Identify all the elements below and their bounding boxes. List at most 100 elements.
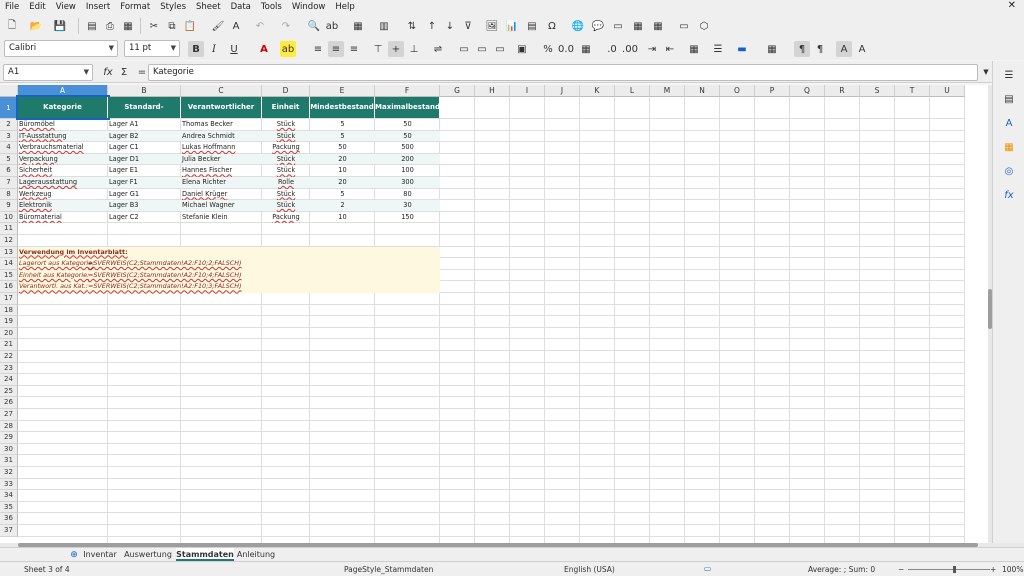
menu-window[interactable]: Window [287, 2, 331, 12]
left-to-right-icon[interactable]: ¶ [794, 41, 810, 57]
row-header[interactable]: 27 [0, 409, 18, 421]
row-icon[interactable]: ▦ [350, 18, 366, 34]
table-cell[interactable]: Andrea Schmidt [181, 131, 262, 143]
open-icon[interactable]: 📂 [28, 18, 44, 34]
table-cell[interactable]: 10 [310, 212, 375, 224]
table-cell[interactable]: Stück [262, 154, 310, 166]
clear-formatting-icon[interactable]: A [228, 18, 244, 34]
sort-icon[interactable]: ⇅ [404, 18, 420, 34]
note-formula[interactable]: =SVERWEIS(C2;Stammdaten!A2:F10;3;FALSCH) [88, 281, 242, 293]
zoom-level[interactable]: 100% [1002, 565, 1023, 574]
save-icon[interactable]: 💾 [52, 18, 68, 34]
currency-icon[interactable]: ▣ [514, 41, 530, 57]
table-cell[interactable]: 20 [310, 177, 375, 189]
table-cell[interactable]: Lager C1 [108, 142, 181, 154]
decrease-indent-icon[interactable]: ⇤ [662, 41, 678, 57]
header-cell-c[interactable]: Verantwortlicher [181, 97, 262, 118]
column-header-g[interactable]: G [440, 85, 475, 97]
add-decimal-icon[interactable]: .0 [604, 41, 620, 57]
sheet-tab-anleitung[interactable]: Anleitung [236, 548, 276, 561]
row-header[interactable]: 13 [0, 246, 18, 259]
column-header-d[interactable]: D [262, 85, 310, 97]
selection-mode-icon[interactable]: ▭ [704, 564, 711, 573]
table-cell[interactable]: 2 [310, 200, 375, 212]
copy-icon[interactable]: ⧉ [164, 18, 180, 34]
column-header-q[interactable]: Q [790, 85, 825, 97]
table-cell[interactable]: 500 [375, 142, 440, 154]
hyperlink-icon[interactable]: 🌐 [570, 18, 586, 34]
chevron-down-icon[interactable]: ▼ [109, 41, 114, 56]
column-header-p[interactable]: P [755, 85, 790, 97]
note-formula[interactable]: =SVERWEIS(C2;Stammdaten!A2:F10;4;FALSCH) [88, 270, 242, 282]
select-all-corner[interactable] [0, 85, 18, 97]
table-cell[interactable]: Stück [262, 131, 310, 143]
table-cell[interactable]: Stefanie Klein [181, 212, 262, 224]
column-header-r[interactable]: R [825, 85, 860, 97]
delete-decimal-icon[interactable]: .00 [622, 41, 638, 57]
freeze-rows-columns-icon[interactable]: ▦ [650, 18, 666, 34]
table-cell[interactable]: Lager A1 [108, 119, 181, 131]
sheet-tab-inventar[interactable]: Inventar [80, 548, 120, 561]
note-formula[interactable]: =SVERWEIS(C2;Stammdaten!A2:F10;2;FALSCH) [88, 258, 242, 270]
table-cell[interactable]: Thomas Becker [181, 119, 262, 131]
row-header[interactable]: 18 [0, 304, 18, 317]
border-style-icon[interactable]: ☰ [710, 41, 726, 57]
row-header[interactable]: 24 [0, 374, 18, 386]
table-cell[interactable]: Packung [262, 212, 310, 224]
table-cell[interactable]: Verbrauchsmaterial [18, 142, 108, 154]
navigator-icon[interactable]: ◎ [1001, 163, 1017, 179]
column-header-f[interactable]: F [375, 85, 440, 97]
table-cell[interactable]: 5 [310, 131, 375, 143]
table-cell[interactable]: Stück [262, 165, 310, 177]
row-header[interactable]: 20 [0, 327, 18, 340]
print-icon[interactable]: ⎙ [102, 18, 118, 34]
font-size-box[interactable]: 11 pt ▼ [124, 40, 180, 57]
export-pdf-icon[interactable]: ▤ [84, 18, 100, 34]
table-cell[interactable]: 5 [310, 119, 375, 131]
comment-icon[interactable]: 💬 [590, 18, 606, 34]
print-preview-icon[interactable]: ▦ [120, 18, 136, 34]
merge-center-icon[interactable]: ▭ [474, 41, 490, 57]
gallery-icon[interactable]: ▦ [1001, 139, 1017, 155]
paste-icon[interactable]: 📋 [182, 18, 198, 34]
redo-icon[interactable]: ↷ [278, 18, 294, 34]
row-header[interactable]: 21 [0, 339, 18, 351]
table-cell[interactable]: Elena Richter [181, 177, 262, 189]
row-header[interactable]: 36 [0, 513, 18, 525]
table-cell[interactable]: Verpackung [18, 154, 108, 166]
table-cell[interactable]: Rolle [262, 177, 310, 189]
name-box[interactable]: A1 ▼ [3, 64, 93, 81]
headers-footers-icon[interactable]: ▭ [610, 18, 626, 34]
table-cell[interactable]: Packung [262, 142, 310, 154]
highlight-icon[interactable]: ab [280, 41, 296, 57]
menu-edit[interactable]: Edit [24, 2, 50, 12]
close-document-icon[interactable]: ✕ [1008, 0, 1016, 11]
conditional-format-icon[interactable]: ▦ [764, 41, 780, 57]
autofilter-icon[interactable]: ⊽ [460, 18, 476, 34]
table-cell[interactable]: 50 [375, 119, 440, 131]
note-label[interactable]: Einheit aus Kategorie: [19, 270, 89, 282]
sort-descending-icon[interactable]: ↓ [442, 18, 458, 34]
row-header[interactable]: 22 [0, 351, 18, 363]
row-header[interactable]: 25 [0, 385, 18, 398]
table-cell[interactable]: Werkzeug [18, 189, 108, 201]
border-color-icon[interactable]: ▬ [734, 41, 750, 57]
table-cell[interactable]: 80 [375, 189, 440, 201]
row-header[interactable]: 32 [0, 467, 18, 479]
table-cell[interactable]: 20 [310, 154, 375, 166]
column-header-n[interactable]: N [685, 85, 720, 97]
image-icon[interactable]: 🖼 [484, 18, 500, 34]
functions-icon[interactable]: fx [1001, 187, 1017, 203]
table-cell[interactable]: 200 [375, 154, 440, 166]
row-header[interactable]: 19 [0, 316, 18, 328]
sort-ascending-icon[interactable]: ↑ [424, 18, 440, 34]
split-window-icon[interactable]: ▭ [676, 18, 692, 34]
row-header[interactable]: 16 [0, 281, 18, 293]
table-cell[interactable]: Lager B2 [108, 131, 181, 143]
table-cell[interactable]: Stück [262, 200, 310, 212]
function-wizard-icon[interactable]: fx [100, 64, 116, 80]
chevron-down-icon[interactable]: ▼ [84, 65, 89, 80]
row-header[interactable]: 15 [0, 269, 18, 282]
chevron-down-icon[interactable]: ▼ [171, 41, 176, 56]
align-left-icon[interactable]: ≡ [310, 41, 326, 57]
